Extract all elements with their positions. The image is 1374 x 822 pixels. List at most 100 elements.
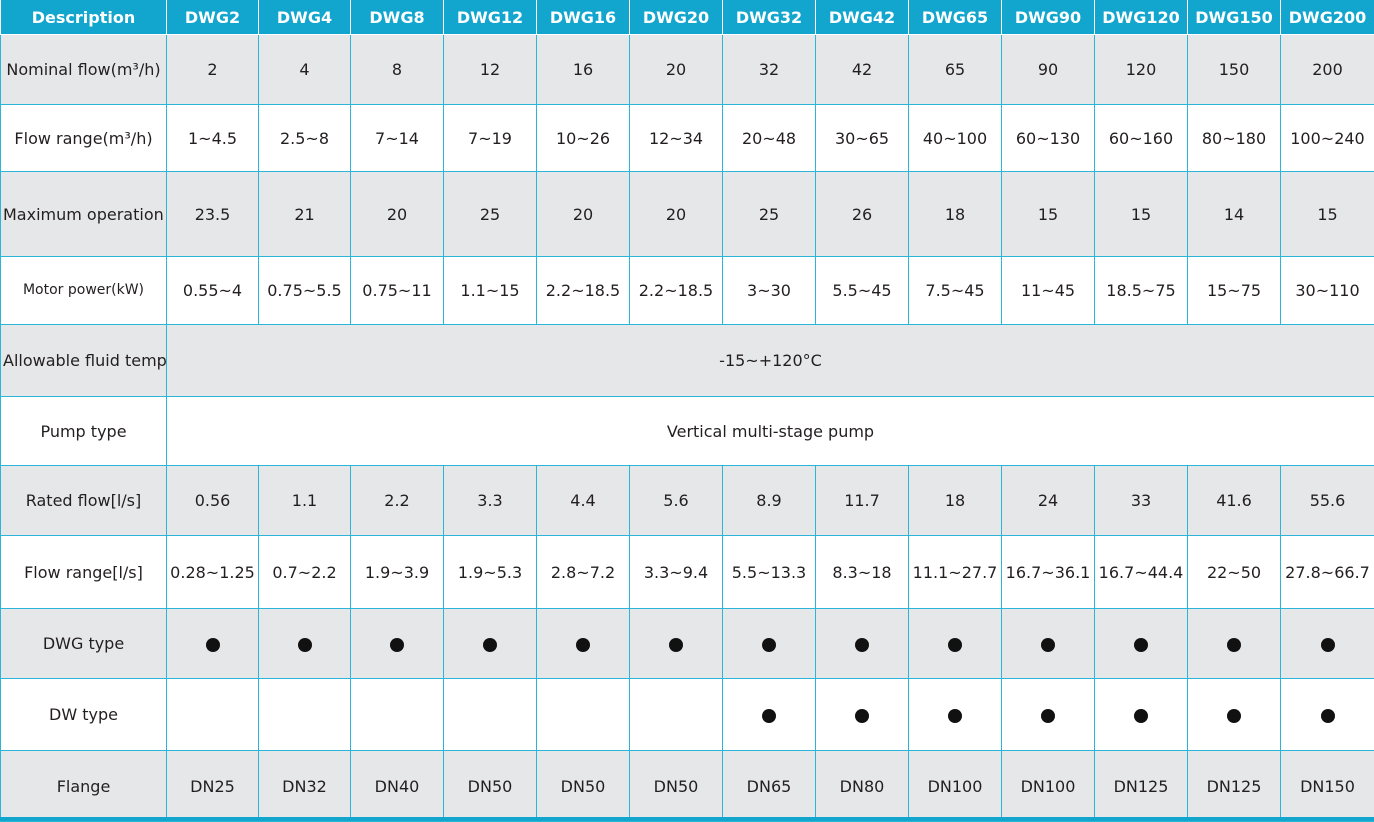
- column-header-dwg150: DWG150: [1188, 0, 1281, 35]
- table-cell: DN150: [1281, 751, 1374, 822]
- table-cell: DN125: [1095, 751, 1188, 822]
- table-cell: 16.7~44.4: [1095, 536, 1188, 609]
- filled-dot-icon: [1321, 709, 1335, 723]
- column-header-dwg2: DWG2: [167, 0, 259, 35]
- table-cell: 20~48: [723, 105, 816, 172]
- table-cell: 2.2~18.5: [537, 257, 630, 325]
- table-cell: 2.2~18.5: [630, 257, 723, 325]
- table-cell: 10~26: [537, 105, 630, 172]
- column-header-dwg90: DWG90: [1002, 0, 1095, 35]
- table-row-motor-power: Motor power(kW)0.55~40.75~5.50.75~111.1~…: [1, 257, 1374, 325]
- table-cell: 4: [259, 35, 351, 105]
- filled-dot-icon: [1041, 638, 1055, 652]
- table-cell: [816, 609, 909, 679]
- table-cell: 25: [723, 172, 816, 257]
- table-cell: [351, 609, 444, 679]
- table-cell: 0.55~4: [167, 257, 259, 325]
- table-cell: DN50: [444, 751, 537, 822]
- table-cell: [259, 609, 351, 679]
- table-cell: DN50: [537, 751, 630, 822]
- table-row-dw-type: DW type: [1, 679, 1374, 751]
- table-cell: 0.7~2.2: [259, 536, 351, 609]
- table-row-flow-range-m3h: Flow range(m³/h)1~4.52.5~87~147~1910~261…: [1, 105, 1374, 172]
- table-cell: [167, 609, 259, 679]
- table-cell: [816, 679, 909, 751]
- table-cell: [723, 609, 816, 679]
- table-cell: 2.2: [351, 466, 444, 536]
- filled-dot-icon: [1041, 709, 1055, 723]
- row-label: Flow range[l/s]: [1, 536, 167, 609]
- table-cell: DN50: [630, 751, 723, 822]
- table-cell: [630, 679, 723, 751]
- table-cell: [1188, 679, 1281, 751]
- table-cell: 18: [909, 172, 1002, 257]
- table-cell: 8.9: [723, 466, 816, 536]
- table-cell: [444, 609, 537, 679]
- table-cell: [1095, 609, 1188, 679]
- column-header-dwg16: DWG16: [537, 0, 630, 35]
- filled-dot-icon: [576, 638, 590, 652]
- column-header-dwg8: DWG8: [351, 0, 444, 35]
- filled-dot-icon: [762, 709, 776, 723]
- merged-cell: Vertical multi-stage pump: [167, 397, 1374, 466]
- table-cell: 18.5~75: [1095, 257, 1188, 325]
- table-cell: 15: [1281, 172, 1374, 257]
- table-row-pump-type: Pump typeVertical multi-stage pump: [1, 397, 1374, 466]
- table-cell: 32: [723, 35, 816, 105]
- table-cell: 27.8~66.7: [1281, 536, 1374, 609]
- row-label: Flow range(m³/h): [1, 105, 167, 172]
- table-cell: 23.5: [167, 172, 259, 257]
- table-cell: [1281, 609, 1374, 679]
- table-cell: 60~130: [1002, 105, 1095, 172]
- column-header-dwg65: DWG65: [909, 0, 1002, 35]
- table-cell: 0.75~11: [351, 257, 444, 325]
- row-label: DWG type: [1, 609, 167, 679]
- table-row-rated-flow: Rated flow[l/s]0.561.12.23.34.45.68.911.…: [1, 466, 1374, 536]
- table-cell: [444, 679, 537, 751]
- table-cell: 1.1~15: [444, 257, 537, 325]
- table-cell: 40~100: [909, 105, 1002, 172]
- table-cell: 3.3: [444, 466, 537, 536]
- table-cell: 12: [444, 35, 537, 105]
- table-cell: [1188, 609, 1281, 679]
- table-cell: 65: [909, 35, 1002, 105]
- table-cell: DN100: [909, 751, 1002, 822]
- column-header-description: Description: [1, 0, 167, 35]
- table-cell: 33: [1095, 466, 1188, 536]
- table-cell: DN65: [723, 751, 816, 822]
- filled-dot-icon: [948, 709, 962, 723]
- table-cell: [909, 609, 1002, 679]
- column-header-dwg4: DWG4: [259, 0, 351, 35]
- spec-table-wrapper: DescriptionDWG2DWG4DWG8DWG12DWG16DWG20 DW…: [0, 0, 1374, 821]
- table-row-flow-range-ls: Flow range[l/s]0.28~1.250.7~2.21.9~3.91.…: [1, 536, 1374, 609]
- table-cell: 30~65: [816, 105, 909, 172]
- table-cell: 15~75: [1188, 257, 1281, 325]
- table-cell: 15: [1095, 172, 1188, 257]
- table-cell: [537, 609, 630, 679]
- table-cell: [1281, 679, 1374, 751]
- table-cell: DN80: [816, 751, 909, 822]
- table-cell: 8.3~18: [816, 536, 909, 609]
- merged-cell: -15~+120°C: [167, 325, 1374, 397]
- table-cell: 0.75~5.5: [259, 257, 351, 325]
- filled-dot-icon: [1321, 638, 1335, 652]
- table-cell: 7.5~45: [909, 257, 1002, 325]
- table-cell: [1002, 609, 1095, 679]
- table-row-nominal-flow: Nominal flow(m³/h)2481216203242659012015…: [1, 35, 1374, 105]
- table-cell: DN40: [351, 751, 444, 822]
- filled-dot-icon: [483, 638, 497, 652]
- spec-table: DescriptionDWG2DWG4DWG8DWG12DWG16DWG20 DW…: [0, 0, 1374, 822]
- table-cell: 200: [1281, 35, 1374, 105]
- table-cell: DN100: [1002, 751, 1095, 822]
- column-header-dwg20: DWG20: [630, 0, 723, 35]
- filled-dot-icon: [669, 638, 683, 652]
- filled-dot-icon: [855, 709, 869, 723]
- table-cell: 15: [1002, 172, 1095, 257]
- table-cell: 2.5~8: [259, 105, 351, 172]
- table-cell: 0.56: [167, 466, 259, 536]
- table-cell: 5.6: [630, 466, 723, 536]
- table-cell: 20: [351, 172, 444, 257]
- table-cell: 11.7: [816, 466, 909, 536]
- column-header-dwg12: DWG12: [444, 0, 537, 35]
- table-cell: [259, 679, 351, 751]
